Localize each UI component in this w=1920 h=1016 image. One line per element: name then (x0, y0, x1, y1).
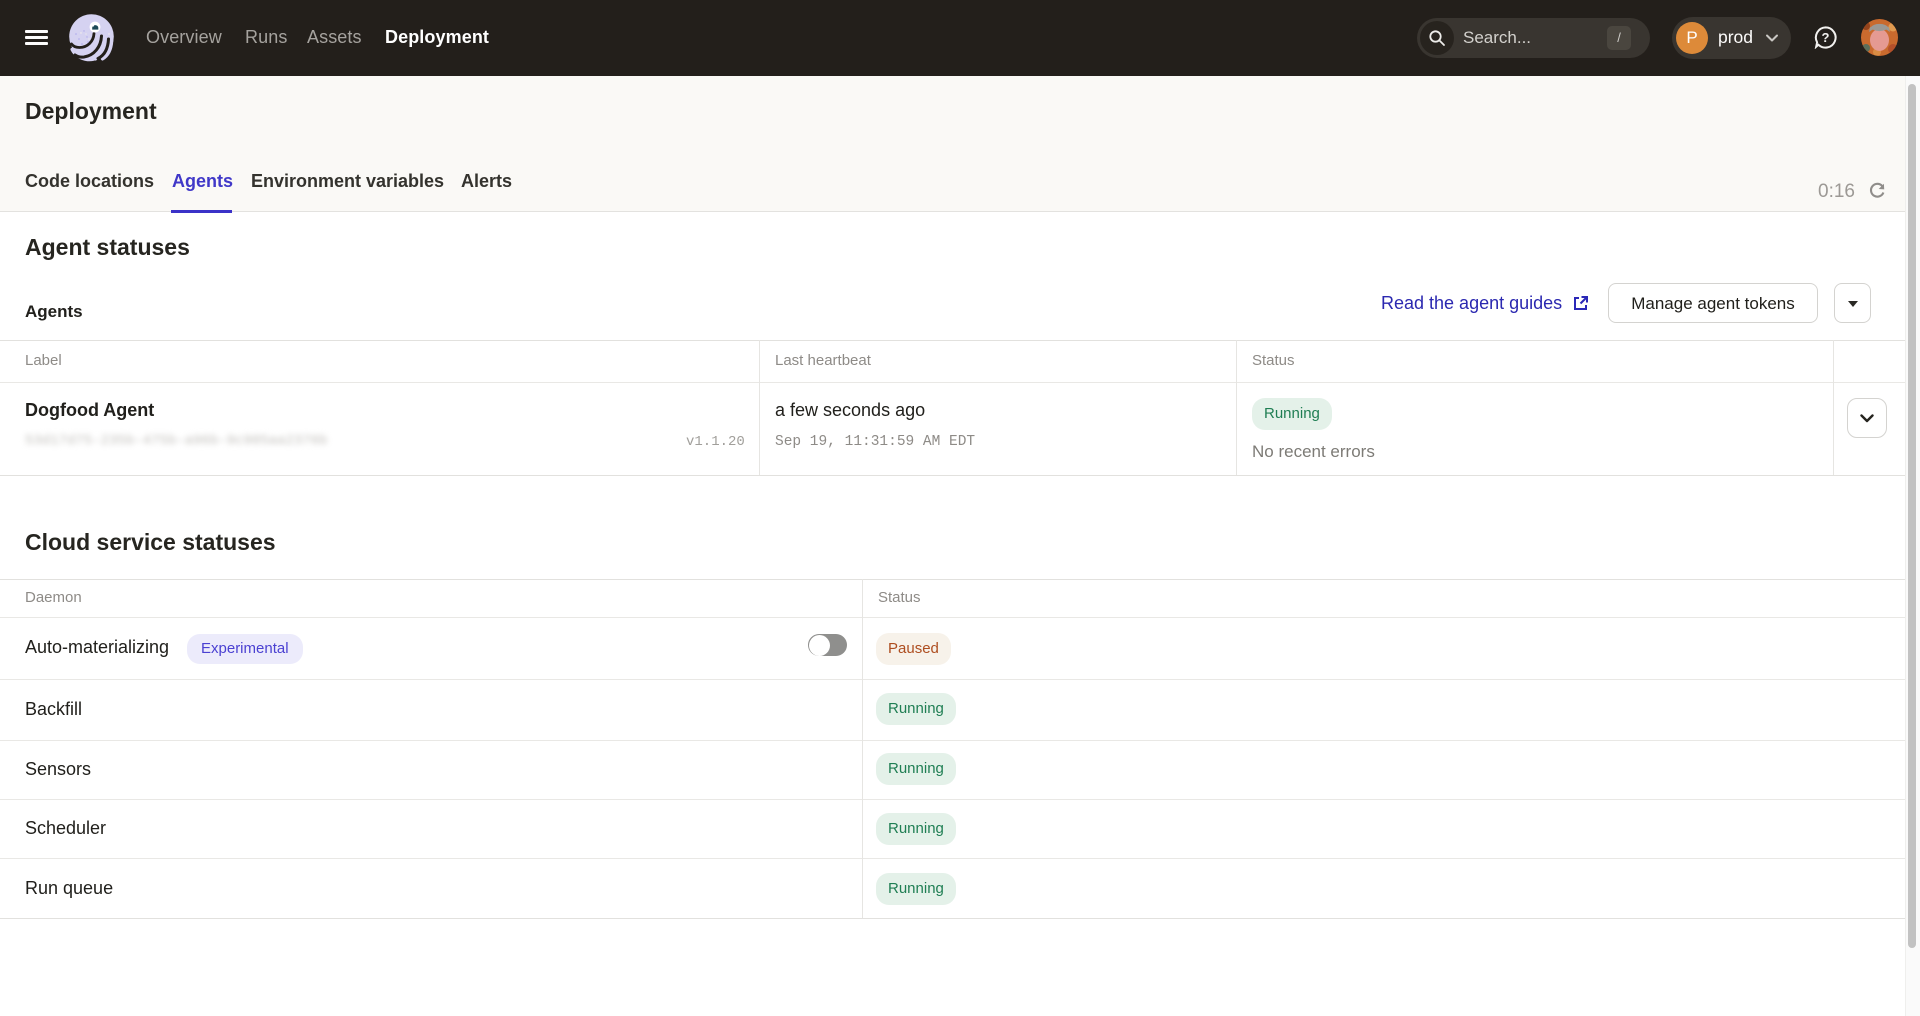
svg-text:?: ? (1822, 30, 1830, 45)
